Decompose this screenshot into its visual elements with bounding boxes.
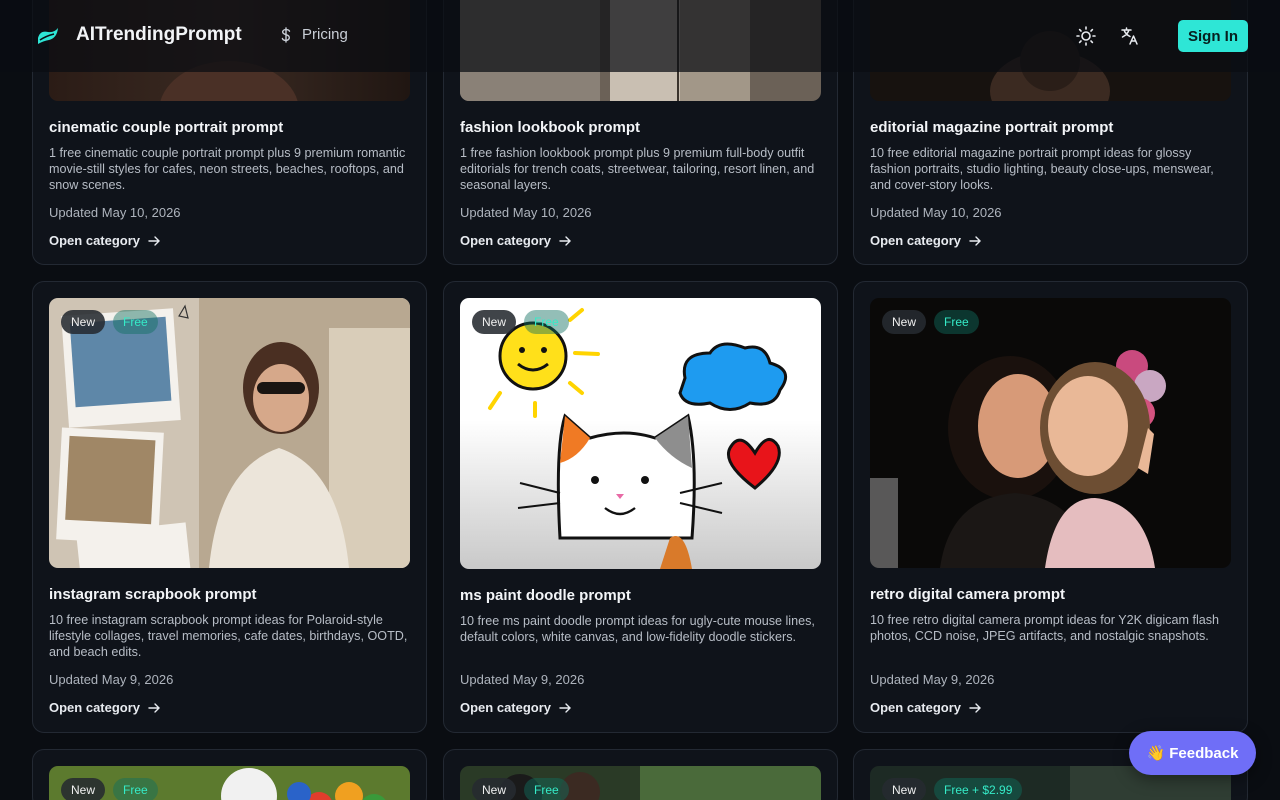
free-badge: Free: [113, 310, 158, 334]
card-description: 1 free fashion lookbook prompt plus 9 pr…: [460, 146, 815, 192]
free-badge: Free: [524, 310, 569, 334]
arrow-right-icon: [148, 702, 161, 713]
badge-group: New Free: [61, 310, 158, 334]
pricing-label: Pricing: [302, 26, 348, 43]
category-card[interactable]: New Free ms paint doodle prompt 10 free …: [443, 281, 838, 733]
new-badge: New: [882, 310, 927, 334]
card-title[interactable]: cinematic couple portrait prompt: [49, 119, 283, 136]
open-category-link[interactable]: Open category: [870, 700, 982, 715]
arrow-right-icon: [559, 235, 572, 246]
top-nav-bar: AITrendingPrompt Pricing Sign In: [0, 0, 1280, 72]
card-updated-date: Updated May 10, 2026: [460, 205, 592, 220]
card-updated-date: Updated May 9, 2026: [460, 672, 585, 687]
card-description: 1 free cinematic couple portrait prompt …: [49, 146, 406, 192]
card-title[interactable]: editorial magazine portrait prompt: [870, 119, 1113, 136]
price-badge: Free + $2.99: [934, 778, 1023, 800]
open-category-link[interactable]: Open category: [870, 233, 982, 248]
open-category-label: Open category: [870, 233, 962, 248]
card-title[interactable]: retro digital camera prompt: [870, 586, 1065, 603]
sign-in-button[interactable]: Sign In: [1178, 20, 1248, 52]
card-title[interactable]: fashion lookbook prompt: [460, 119, 640, 136]
card-updated-date: Updated May 10, 2026: [49, 205, 181, 220]
new-badge: New: [61, 778, 106, 800]
sun-icon[interactable]: [1075, 25, 1097, 47]
new-badge: New: [61, 310, 106, 334]
badge-group: New Free: [472, 310, 569, 334]
card-title[interactable]: ms paint doodle prompt: [460, 587, 631, 604]
card-description: 10 free ms paint doodle prompt ideas for…: [460, 614, 815, 644]
feedback-button[interactable]: 👋 Feedback: [1129, 731, 1256, 775]
card-updated-date: Updated May 9, 2026: [870, 672, 995, 687]
category-card[interactable]: New Free: [32, 749, 427, 800]
badge-group: New Free: [61, 778, 158, 800]
free-badge: Free: [934, 310, 979, 334]
logo-icon[interactable]: [36, 24, 60, 48]
card-thumbnail[interactable]: New Free: [460, 766, 821, 800]
card-thumbnail[interactable]: New Free: [870, 298, 1231, 568]
card-thumbnail[interactable]: New Free: [49, 298, 410, 568]
open-category-link[interactable]: Open category: [49, 700, 161, 715]
card-description: 10 free editorial magazine portrait prom…: [870, 146, 1214, 192]
new-badge: New: [472, 778, 517, 800]
card-updated-date: Updated May 9, 2026: [49, 672, 174, 687]
pricing-link[interactable]: Pricing: [278, 26, 348, 43]
free-badge: Free: [524, 778, 569, 800]
open-category-link[interactable]: Open category: [49, 233, 161, 248]
card-thumbnail[interactable]: New Free: [460, 298, 821, 569]
arrow-right-icon: [969, 235, 982, 246]
badge-group: New Free: [882, 310, 979, 334]
new-badge: New: [882, 778, 927, 800]
category-card[interactable]: New Free instagram scrapbook prompt 10 f…: [32, 281, 427, 733]
open-category-label: Open category: [870, 700, 962, 715]
brand-name[interactable]: AITrendingPrompt: [76, 24, 242, 46]
arrow-right-icon: [969, 702, 982, 713]
arrow-right-icon: [559, 702, 572, 713]
card-description: 10 free retro digital camera prompt idea…: [870, 613, 1220, 643]
arrow-right-icon: [148, 235, 161, 246]
badge-group: New Free + $2.99: [882, 778, 1023, 800]
feedback-label: Feedback: [1169, 744, 1239, 762]
open-category-link[interactable]: Open category: [460, 233, 572, 248]
open-category-label: Open category: [49, 700, 141, 715]
category-card[interactable]: New Free retro digital camera prompt 10 …: [853, 281, 1248, 733]
open-category-label: Open category: [460, 233, 552, 248]
card-description: 10 free instagram scrapbook prompt ideas…: [49, 613, 408, 659]
translate-icon[interactable]: [1119, 25, 1141, 47]
dollar-icon: [281, 26, 291, 43]
card-thumbnail[interactable]: New Free: [49, 766, 410, 800]
wave-icon: 👋: [1146, 745, 1166, 762]
free-badge: Free: [113, 778, 158, 800]
open-category-link[interactable]: Open category: [460, 700, 572, 715]
new-badge: New: [472, 310, 517, 334]
card-title[interactable]: instagram scrapbook prompt: [49, 586, 257, 603]
card-updated-date: Updated May 10, 2026: [870, 205, 1002, 220]
open-category-label: Open category: [49, 233, 141, 248]
open-category-label: Open category: [460, 700, 552, 715]
category-card[interactable]: New Free: [443, 749, 838, 800]
badge-group: New Free: [472, 778, 569, 800]
